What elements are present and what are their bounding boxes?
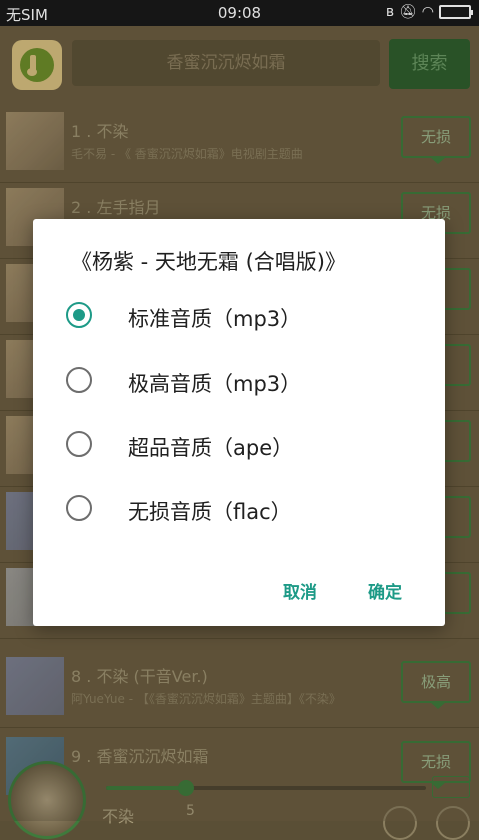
option-high-mp3[interactable]: 极高音质（mp3） — [66, 359, 426, 405]
dialog-title: 《杨紫 - 天地无霜 (合唱版)》 — [71, 250, 346, 274]
confirm-button[interactable]: 确定 — [368, 578, 402, 603]
option-label: 极高音质（mp3） — [128, 372, 302, 396]
cancel-button[interactable]: 取消 — [283, 578, 317, 603]
option-standard-mp3[interactable]: 标准音质（mp3） — [66, 294, 426, 340]
radio-button[interactable] — [66, 495, 92, 521]
radio-button[interactable] — [66, 367, 92, 393]
option-super-ape[interactable]: 超品音质（ape） — [66, 423, 426, 469]
option-label: 无损音质（flac） — [128, 500, 292, 524]
option-label: 标准音质（mp3） — [128, 307, 302, 331]
option-lossless-flac[interactable]: 无损音质（flac） — [66, 487, 426, 533]
quality-dialog: 《杨紫 - 天地无霜 (合唱版)》 标准音质（mp3） 极高音质（mp3） 超品… — [33, 219, 445, 626]
option-label: 超品音质（ape） — [128, 436, 294, 460]
radio-button[interactable] — [66, 431, 92, 457]
radio-button[interactable] — [66, 302, 92, 328]
